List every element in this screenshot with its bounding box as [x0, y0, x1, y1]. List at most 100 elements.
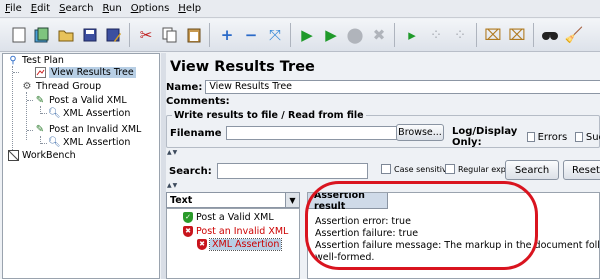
search-button[interactable]: Search — [505, 160, 559, 180]
log-display-label: Log/Display Only: — [452, 126, 518, 148]
case-sensitive-checkbox[interactable] — [381, 164, 391, 174]
stop-icon[interactable]: ⬤ — [344, 24, 366, 46]
collapse-arrows[interactable]: ▲▼ — [167, 182, 178, 189]
menu-edit[interactable]: Edit — [31, 3, 50, 14]
tree-item-post-valid-xml[interactable]: ✎ Post a Valid XML — [34, 94, 127, 107]
menu-help[interactable]: Help — [178, 3, 201, 14]
browse-button[interactable]: Browse... — [396, 124, 444, 141]
errors-checkbox[interactable] — [526, 132, 535, 142]
page-title: View Results Tree — [170, 59, 315, 75]
menu-run[interactable]: Run — [103, 3, 122, 14]
clear-icon[interactable]: ⌧ — [482, 24, 504, 46]
remote-start-icon[interactable]: ▸ — [401, 24, 423, 46]
copy-icon[interactable] — [159, 24, 181, 46]
tree-item-label: View Results Tree — [49, 67, 136, 78]
test-plan-tree: ⚲ Test Plan View Results Tree ⚙ Thread G… — [2, 53, 160, 279]
menu-bar: File Edit Search Run Options Help — [0, 0, 600, 18]
start-no-pauses-icon[interactable]: ▶ — [320, 24, 342, 46]
gear-icon: ⚙ — [22, 80, 32, 92]
filename-label: Filename — [170, 127, 222, 139]
toolbar-separator — [533, 23, 534, 47]
case-sensitive-option: Case sensitive — [381, 164, 452, 174]
name-field[interactable]: View Results Tree — [205, 80, 600, 94]
reset-button[interactable]: Reset — [563, 160, 600, 180]
save-icon[interactable] — [79, 24, 101, 46]
renderer-selected-value: Text — [170, 194, 193, 206]
tree-item-label: XML Assertion — [63, 137, 131, 148]
toolbar: ✂ + − ⤧ ▶ ▶ ⬤ ✖ ▸ ⁘ ⁘ ⌧ ⌧ 🧹 — [0, 19, 600, 52]
new-icon[interactable] — [8, 24, 30, 46]
clear-all-icon[interactable]: ⌧ — [506, 24, 528, 46]
name-label: Name: — [166, 81, 203, 93]
shutdown-icon[interactable]: ✖ — [368, 24, 390, 46]
assertion-result-pane: Assertion result Assertion error: true A… — [307, 192, 600, 279]
expand-icon[interactable]: + — [216, 24, 238, 46]
tree-item-label: XML Assertion — [63, 108, 131, 119]
tree-item-thread-group[interactable]: ⚙ Thread Group — [21, 80, 102, 93]
search-row: Search: — [169, 163, 368, 179]
tree-item-post-invalid-xml[interactable]: ✎ Post an Invalid XML — [34, 123, 142, 136]
successes-checkbox[interactable] — [575, 132, 583, 142]
collapse-arrows[interactable]: ▲▼ — [167, 149, 178, 156]
toggle-icon[interactable]: ⤧ — [264, 24, 286, 46]
magnifier-icon: 🔍︎ — [48, 107, 61, 119]
result-item-label: XML Assertion — [208, 237, 283, 251]
save-as-icon[interactable] — [103, 24, 125, 46]
menu-options[interactable]: Options — [131, 3, 170, 14]
remote-shutdown-icon[interactable]: ⁘ — [449, 24, 471, 46]
toolbar-separator — [290, 23, 291, 47]
open-icon[interactable] — [55, 24, 77, 46]
chevron-down-icon[interactable]: ▼ — [285, 193, 299, 207]
tree-item-xml-assertion-2[interactable]: 🔍︎ XML Assertion — [48, 136, 130, 149]
magnifier-icon: 🔍︎ — [48, 136, 61, 148]
tab-assertion-result[interactable]: Assertion result — [308, 193, 388, 212]
result-item-selected[interactable]: ✖ XML Assertion — [197, 237, 283, 251]
successes-label: Suc — [585, 131, 600, 143]
start-icon[interactable]: ▶ — [296, 24, 318, 46]
templates-icon[interactable] — [31, 24, 53, 46]
tree-item-xml-assertion-1[interactable]: 🔍︎ XML Assertion — [48, 107, 130, 120]
regular-exp-label: Regular exp. — [458, 164, 509, 174]
search-icon[interactable] — [539, 24, 561, 46]
view-results-tree-panel: View Results Tree Name: View Results Tre… — [166, 53, 600, 279]
toolbar-separator — [129, 23, 130, 47]
log-display-row: Log/Display Only: Errors Suc — [452, 126, 600, 148]
tree-item-label: WorkBench — [22, 150, 76, 161]
regular-exp-checkbox[interactable] — [445, 164, 455, 174]
menu-file[interactable]: File — [5, 3, 22, 14]
toolbar-separator — [476, 23, 477, 47]
tree-item-label: Post an Invalid XML — [49, 124, 142, 135]
tree-item-label: Test Plan — [22, 55, 64, 66]
result-item[interactable]: ✓ Post a Valid XML — [183, 211, 274, 223]
failure-shield-icon: ✖ — [183, 225, 193, 237]
collapse-icon[interactable]: − — [240, 24, 262, 46]
menu-search[interactable]: Search — [59, 3, 93, 14]
result-item-label: Post an Invalid XML — [196, 225, 289, 237]
name-row: Name: View Results Tree — [166, 80, 600, 94]
errors-label: Errors — [537, 131, 568, 143]
cut-icon[interactable]: ✂ — [135, 24, 157, 46]
assertion-message-continuation: well-formed. — [315, 252, 375, 263]
tree-item-label: Post a Valid XML — [49, 95, 127, 106]
sampler-pencil-icon: ✎ — [35, 123, 45, 135]
paste-icon[interactable] — [183, 24, 205, 46]
assertion-failure-line: Assertion failure: true — [315, 228, 419, 239]
listener-icon — [34, 66, 46, 79]
tree-item-workbench[interactable]: WorkBench — [7, 149, 76, 162]
comments-label: Comments: — [166, 96, 230, 107]
workbench-icon — [7, 149, 19, 162]
filename-field[interactable] — [225, 126, 398, 140]
regular-exp-option: Regular exp. — [445, 164, 508, 174]
search-input[interactable] — [216, 163, 368, 179]
renderer-select[interactable]: Text ▼ — [166, 192, 300, 208]
remote-stop-icon[interactable]: ⁘ — [425, 24, 447, 46]
tree-item-view-results-tree[interactable]: View Results Tree — [34, 66, 136, 79]
result-item[interactable]: ✖ Post an Invalid XML — [183, 225, 288, 237]
toolbar-separator — [394, 23, 395, 47]
test-plan-icon: ⚲ — [9, 54, 17, 66]
reset-search-icon[interactable]: 🧹 — [563, 24, 585, 46]
sampler-pencil-icon: ✎ — [35, 94, 45, 106]
search-label: Search: — [169, 165, 212, 177]
result-item-label: Post a Valid XML — [196, 211, 274, 223]
comments-row: Comments: — [166, 96, 230, 107]
